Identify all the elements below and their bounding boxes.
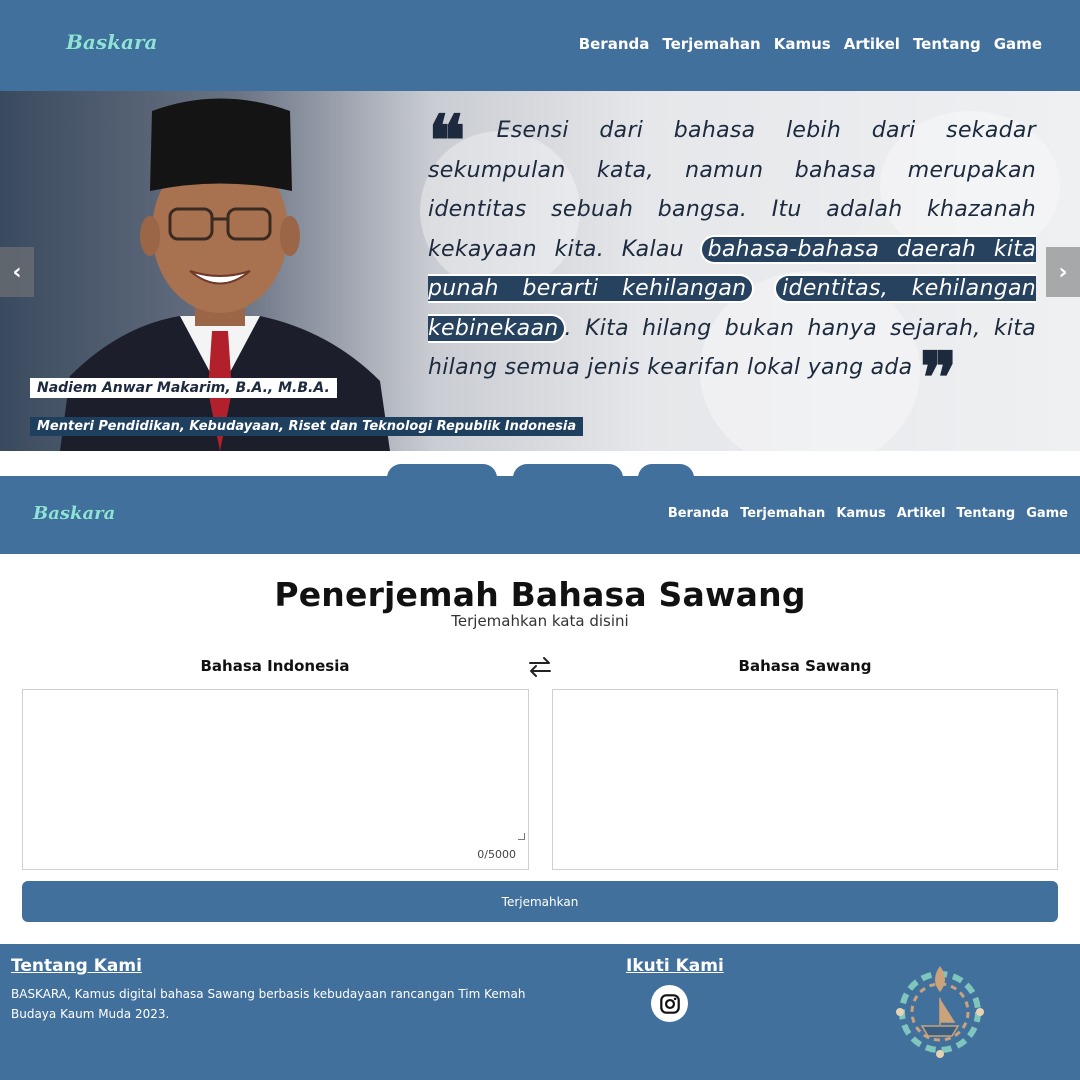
nav-item-tentang[interactable]: Tentang	[956, 506, 1015, 521]
hero-carousel: ❝ Esensi dari bahasa lebih dari sekadar …	[0, 91, 1080, 451]
nav-item-artikel[interactable]: Artikel	[844, 35, 900, 53]
baskara-emblem-icon	[896, 966, 984, 1058]
top-navbar: Baskara Beranda Terjemahan Kamus Artikel…	[0, 0, 1080, 91]
nav-item-kamus[interactable]: Kamus	[774, 35, 831, 53]
target-language-label: Bahasa Sawang	[738, 657, 872, 675]
source-text-input[interactable]	[23, 690, 528, 869]
swap-arrows-icon	[529, 657, 551, 677]
source-text-box: 0/5000	[22, 689, 529, 870]
hero-quote: ❝ Esensi dari bahasa lebih dari sekadar …	[428, 106, 1036, 413]
translate-button[interactable]: Terjemahkan	[22, 881, 1058, 922]
about-heading: Tentang Kami	[11, 956, 142, 976]
source-language-label: Bahasa Indonesia	[200, 657, 350, 675]
nav-menu: Beranda Terjemahan Kamus Artikel Tentang…	[668, 506, 1068, 521]
brand-logo[interactable]: Baskara	[66, 30, 157, 54]
carousel-prev-button[interactable]: ‹	[0, 247, 34, 297]
nav-menu: Beranda Terjemahan Kamus Artikel Tentang…	[579, 35, 1042, 53]
follow-heading: Ikuti Kami	[626, 956, 724, 976]
footer: Tentang Kami BASKARA, Kamus digital baha…	[0, 944, 1080, 1080]
person-name: Nadiem Anwar Makarim, B.A., M.B.A.	[30, 378, 337, 398]
translation-output-box	[552, 689, 1058, 870]
nav-item-beranda[interactable]: Beranda	[668, 506, 729, 521]
instagram-icon	[659, 993, 680, 1014]
nav-item-beranda[interactable]: Beranda	[579, 35, 650, 53]
nav-item-terjemahan[interactable]: Terjemahan	[740, 506, 825, 521]
chevron-right-icon: ›	[1058, 259, 1068, 285]
nav-item-game[interactable]: Game	[1026, 506, 1068, 521]
carousel-next-button[interactable]: ›	[1046, 247, 1080, 297]
character-counter: 0/5000	[477, 848, 516, 861]
page-subtitle: Terjemahkan kata disini	[451, 612, 629, 630]
brand-logo[interactable]: Baskara	[33, 503, 115, 524]
nav-item-tentang[interactable]: Tentang	[913, 35, 981, 53]
nav-item-terjemahan[interactable]: Terjemahan	[662, 35, 760, 53]
quote-close-icon: ❞	[919, 336, 958, 419]
translation-output	[553, 690, 1057, 710]
about-text: BASKARA, Kamus digital bahasa Sawang ber…	[11, 987, 526, 1021]
person-title: Menteri Pendidikan, Kebudayaan, Riset da…	[30, 417, 584, 436]
nav-item-game[interactable]: Game	[994, 35, 1042, 53]
chevron-left-icon: ‹	[12, 259, 22, 285]
nav-item-artikel[interactable]: Artikel	[897, 506, 946, 521]
instagram-link[interactable]	[651, 985, 688, 1022]
translator-navbar: Baskara Beranda Terjemahan Kamus Artikel…	[0, 476, 1080, 554]
page-title: Penerjemah Bahasa Sawang	[274, 575, 806, 614]
nav-item-kamus[interactable]: Kamus	[836, 506, 885, 521]
resize-handle-icon[interactable]	[518, 833, 525, 840]
